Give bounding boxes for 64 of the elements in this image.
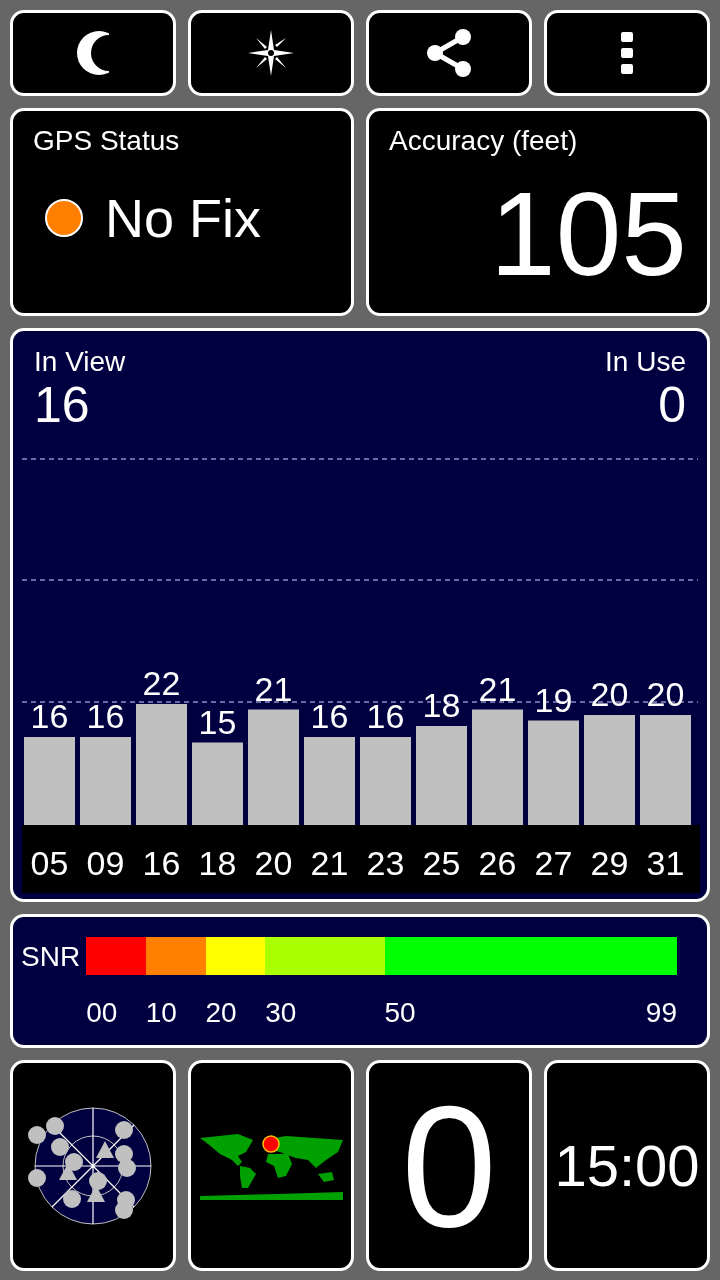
info-tile[interactable]: 15:00 bbox=[544, 1060, 710, 1271]
in-view-count: 16 bbox=[34, 379, 91, 431]
snr-value: 16 bbox=[310, 697, 349, 735]
satellite-dot bbox=[28, 1168, 46, 1187]
in-use-count: 0 bbox=[658, 379, 686, 431]
accuracy-value: 105 bbox=[489, 175, 687, 293]
snr-value: 21 bbox=[478, 669, 517, 708]
share-icon bbox=[425, 29, 473, 77]
satellite-dot bbox=[115, 1120, 133, 1139]
snr-tick-label: 99 bbox=[645, 997, 677, 1029]
satellite-id: 27 bbox=[534, 844, 573, 882]
snr-value: 16 bbox=[366, 697, 405, 735]
satellite-id: 18 bbox=[198, 844, 237, 882]
snr-value: 19 bbox=[534, 680, 573, 719]
satellite-id: 29 bbox=[590, 844, 629, 882]
snr-tick-label: 00 bbox=[86, 997, 118, 1029]
night-mode-button[interactable] bbox=[10, 10, 176, 96]
accuracy-label: Accuracy (feet) bbox=[389, 125, 579, 157]
info-tile[interactable]: 0 bbox=[366, 1060, 532, 1271]
snr-value: 21 bbox=[254, 669, 293, 708]
satellite-dot bbox=[65, 1152, 83, 1171]
counter-value: 0 bbox=[401, 1079, 497, 1252]
satellite-dot bbox=[46, 1116, 64, 1135]
more-button[interactable] bbox=[544, 10, 710, 96]
satellite-id: 31 bbox=[646, 844, 685, 882]
satellite-dot bbox=[115, 1200, 133, 1219]
sky-plot-tile[interactable] bbox=[10, 1060, 176, 1271]
menu-icon bbox=[621, 32, 633, 74]
satellite-triangle bbox=[96, 1140, 114, 1158]
snr-tick-label: 20 bbox=[205, 997, 237, 1029]
in-use-label: In Use bbox=[605, 345, 686, 379]
satellite-dot bbox=[51, 1137, 69, 1156]
snr-value: 18 bbox=[422, 686, 461, 724]
satellite-id: 20 bbox=[254, 844, 293, 882]
snr-tick-label: 50 bbox=[384, 997, 416, 1029]
world-map-tile[interactable] bbox=[188, 1060, 354, 1271]
satellite-id: 09 bbox=[86, 844, 125, 882]
fix-status: No Fix bbox=[105, 187, 261, 249]
compass-icon bbox=[248, 30, 294, 76]
snr-tick-label: 10 bbox=[145, 997, 177, 1029]
satellite-id: 26 bbox=[478, 844, 517, 882]
share-button[interactable] bbox=[366, 10, 532, 96]
gps-status-label: GPS Status bbox=[33, 125, 181, 157]
snr-value: 15 bbox=[198, 702, 237, 741]
satellite-dot bbox=[118, 1158, 136, 1177]
satellite-dot bbox=[89, 1171, 107, 1190]
snr-value: 22 bbox=[142, 664, 181, 702]
moon-icon bbox=[77, 30, 109, 76]
snr-tick-label: 30 bbox=[265, 997, 297, 1029]
snr-label: SNR bbox=[21, 940, 81, 974]
satellite-id: 16 bbox=[142, 844, 181, 882]
snr-value: 16 bbox=[30, 697, 69, 735]
satellite-id: 05 bbox=[30, 844, 69, 882]
compass-button[interactable] bbox=[188, 10, 354, 96]
satellite-dot bbox=[63, 1189, 81, 1208]
satellite-id: 21 bbox=[310, 844, 349, 882]
satellite-id: 23 bbox=[366, 844, 405, 882]
satellite-id: 25 bbox=[422, 844, 461, 882]
satellite-dot bbox=[28, 1125, 46, 1144]
timer-value: 15:00 bbox=[554, 1136, 700, 1195]
snr-value: 16 bbox=[86, 697, 125, 735]
in-view-label: In View bbox=[34, 345, 126, 379]
snr-value: 20 bbox=[590, 675, 629, 713]
snr-value: 20 bbox=[646, 675, 685, 713]
